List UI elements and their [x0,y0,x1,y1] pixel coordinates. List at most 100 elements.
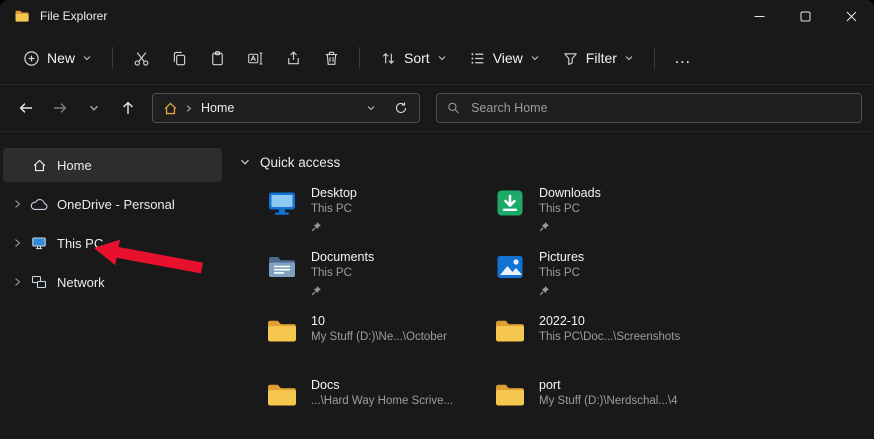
folder-icon [493,314,527,348]
sidebar-item-label: This PC [57,236,103,251]
divider [359,47,360,69]
quick-access-item-documents[interactable]: Documents This PC [265,250,493,301]
chevron-down-icon [239,156,251,168]
item-name: Documents [311,250,374,265]
sidebar-item-this-pc[interactable]: This PC [3,226,222,260]
recent-locations-button[interactable] [78,92,110,124]
sidebar-item-onedrive[interactable]: OneDrive - Personal [3,187,222,221]
breadcrumb-home[interactable]: Home [201,101,234,115]
quick-access-item-docs[interactable]: Docs ...\Hard Way Home Scrive... [265,378,493,429]
forward-button[interactable] [44,92,76,124]
tile-text: Downloads This PC [539,186,601,237]
pin-icon [539,219,601,230]
forward-icon [52,100,68,116]
sidebar-item-label: Network [57,275,105,290]
rename-icon [247,50,264,67]
tile-text: Pictures This PC [539,250,584,301]
chevron-right-icon[interactable] [12,238,30,248]
tile-text: Desktop This PC [311,186,357,237]
copy-icon [171,50,188,67]
divider [654,47,655,69]
back-icon [18,100,34,116]
minimize-icon [754,11,765,22]
pin-icon [311,283,374,294]
sort-button[interactable]: Sort [369,40,458,76]
quick-access-item-2022-10[interactable]: 2022-10 This PC\Doc...\Screenshots [493,314,721,365]
quick-access-item-port[interactable]: port My Stuff (D:)\Nerdschal...\4 [493,378,721,429]
item-detail: This PC [311,266,374,280]
copy-button[interactable] [160,40,198,76]
item-name: Pictures [539,250,584,265]
chevron-down-icon [530,53,540,63]
search-box[interactable] [436,93,862,123]
pictures-folder-icon [493,250,527,284]
address-bar[interactable]: Home [152,93,420,123]
item-detail: This PC\Doc...\Screenshots [539,330,680,344]
quick-access-item-10[interactable]: 10 My Stuff (D:)\Ne...\October [265,314,493,365]
item-name: 2022-10 [539,314,680,329]
cloud-icon [30,198,48,211]
chevron-right-icon[interactable] [12,199,30,209]
item-name: Desktop [311,186,357,201]
command-bar: New [0,32,874,85]
new-button-label: New [47,50,75,66]
quick-access-header[interactable]: Quick access [239,152,874,172]
search-input[interactable] [469,100,851,116]
chevron-down-icon [624,53,634,63]
item-detail: My Stuff (D:)\Nerdschal...\4 [539,394,677,408]
pin-icon [539,283,584,294]
refresh-icon [394,101,408,115]
sidebar-item-network[interactable]: Network [3,265,222,299]
chevron-down-icon [88,102,100,114]
address-dropdown-button[interactable] [359,96,383,120]
home-icon [163,101,178,116]
close-icon [846,11,857,22]
close-button[interactable] [828,0,874,32]
quick-access-item-desktop[interactable]: Desktop This PC [265,186,493,237]
folder-icon [265,314,299,348]
sidebar-item-home[interactable]: Home [3,148,222,182]
maximize-button[interactable] [782,0,828,32]
quick-access-grid: Desktop This PC [265,186,874,429]
share-button[interactable] [274,40,312,76]
filter-button-label: Filter [586,50,617,66]
new-button[interactable]: New [12,40,103,76]
share-icon [285,50,302,67]
navigation-bar: Home [0,85,874,131]
item-name: 10 [311,314,447,329]
see-more-button[interactable]: … [664,40,702,76]
tile-text: Docs ...\Hard Way Home Scrive... [311,378,453,429]
view-icon [469,50,486,67]
documents-folder-icon [265,250,299,284]
paste-icon [209,50,226,67]
quick-access-item-pictures[interactable]: Pictures This PC [493,250,721,301]
view-button[interactable]: View [458,40,551,76]
cut-icon [133,50,150,67]
quick-access-item-downloads[interactable]: Downloads This PC [493,186,721,237]
sidebar-item-label: Home [57,158,92,173]
item-detail: This PC [311,202,357,216]
sort-icon [380,50,397,67]
cut-button[interactable] [122,40,160,76]
rename-button[interactable] [236,40,274,76]
window-controls [736,0,874,32]
up-icon [120,100,136,116]
filter-button[interactable]: Filter [551,40,645,76]
chevron-right-icon[interactable] [12,277,30,287]
downloads-folder-icon [493,186,527,220]
minimize-button[interactable] [736,0,782,32]
monitor-icon [30,235,48,251]
chevron-down-icon [366,103,376,113]
up-button[interactable] [112,92,144,124]
refresh-button[interactable] [389,96,413,120]
network-icon [30,274,48,290]
item-name: Downloads [539,186,601,201]
sidebar-item-label: OneDrive - Personal [57,197,175,212]
pin-icon [311,219,357,230]
paste-button[interactable] [198,40,236,76]
back-button[interactable] [10,92,42,124]
chevron-down-icon [82,53,92,63]
titlebar: File Explorer [0,0,874,32]
navigation-pane: Home OneDrive - Personal [0,132,225,439]
delete-button[interactable] [312,40,350,76]
